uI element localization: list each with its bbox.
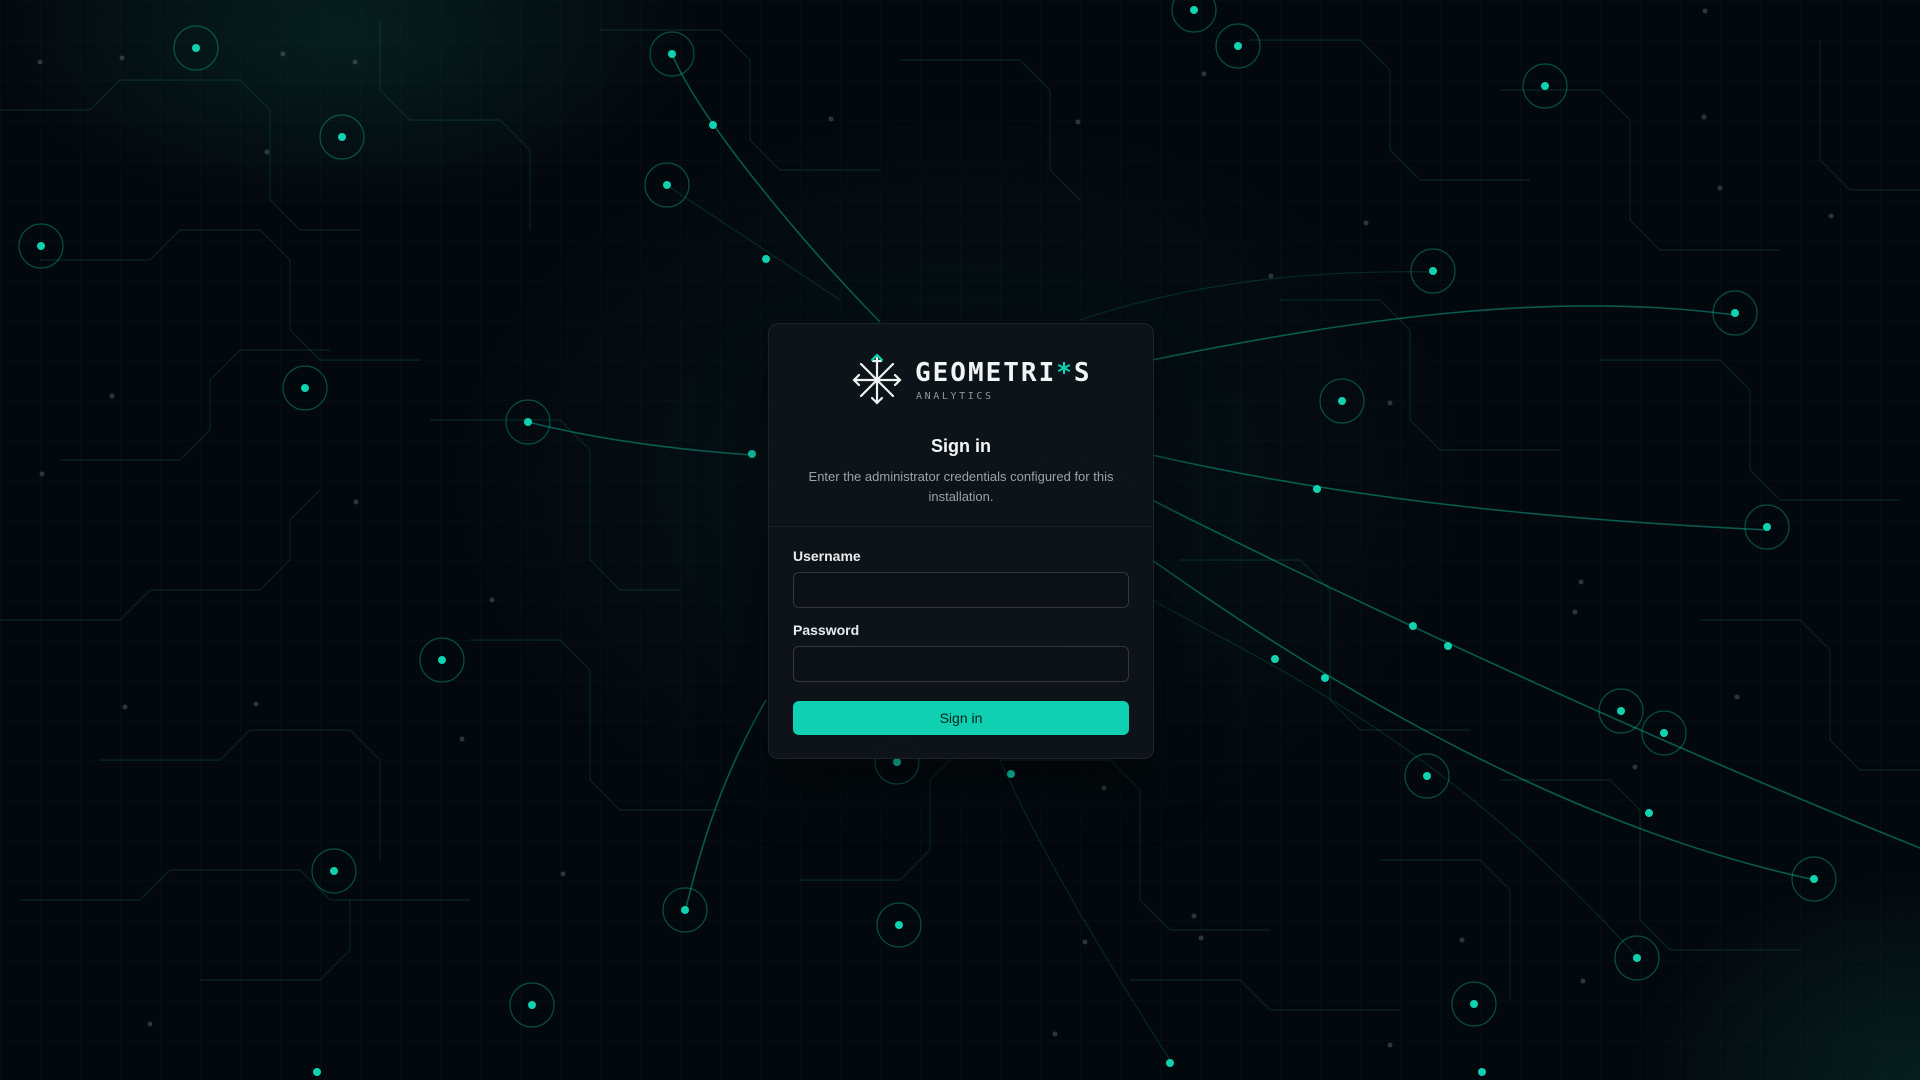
brand-tagline: ANALYTICS xyxy=(916,391,994,402)
page-title: Sign in xyxy=(931,436,991,456)
brand-name-accent: * xyxy=(1056,358,1074,388)
sign-in-button[interactable]: Sign in xyxy=(793,701,1129,735)
brand-logo: GEOMETRI*S ANALYTICS xyxy=(851,352,1090,408)
brand-name: GEOMETRI*S xyxy=(915,358,1092,388)
login-card-header: GEOMETRI*S ANALYTICS Sign in Enter the a… xyxy=(769,324,1153,527)
password-input[interactable] xyxy=(793,646,1129,682)
page-subtitle: Enter the administrator credentials conf… xyxy=(808,469,1114,504)
username-input[interactable] xyxy=(793,572,1129,608)
brand-name-suffix: S xyxy=(1073,358,1092,388)
snowflake-star-icon xyxy=(852,353,902,405)
username-label: Username xyxy=(793,548,861,564)
brand-name-prefix: GEOMETRI xyxy=(915,358,1057,388)
login-card: GEOMETRI*S ANALYTICS Sign in Enter the a… xyxy=(768,323,1154,759)
password-label: Password xyxy=(793,622,860,638)
